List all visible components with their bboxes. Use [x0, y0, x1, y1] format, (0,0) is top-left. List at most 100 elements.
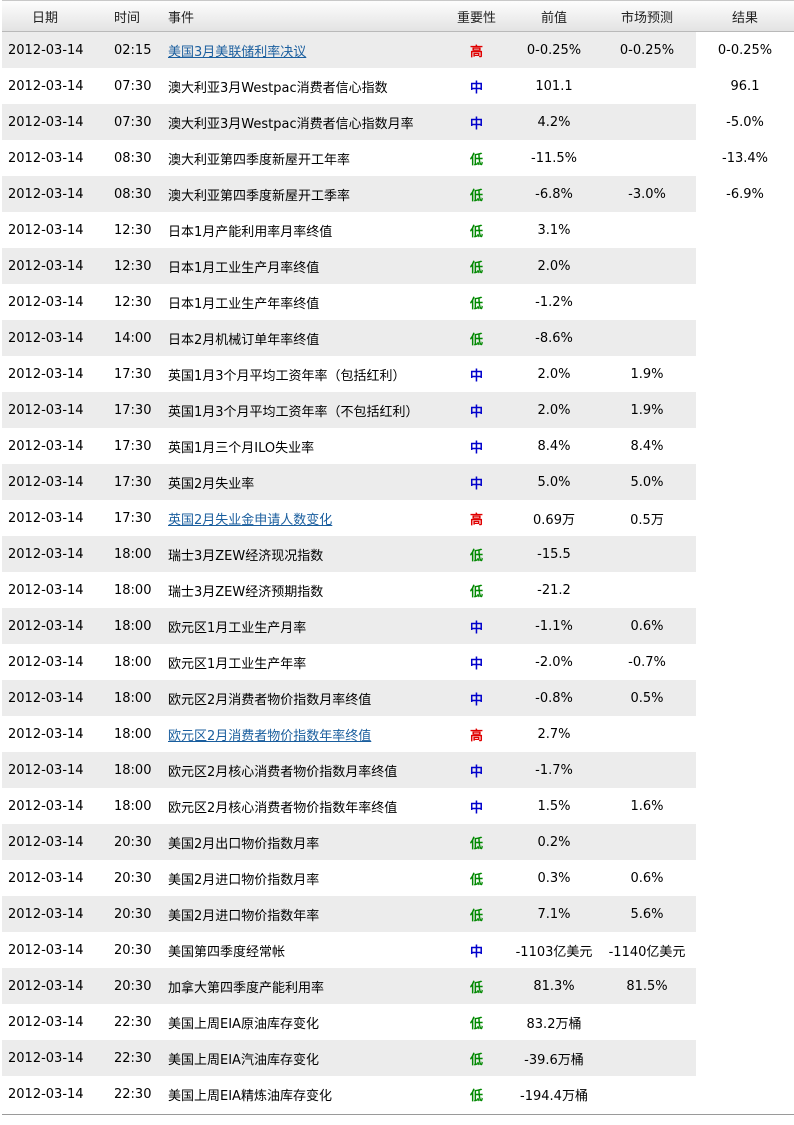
importance-badge: 高 — [443, 31, 510, 68]
result-value — [696, 824, 794, 860]
importance-badge: 中 — [443, 752, 510, 788]
result-value — [696, 608, 794, 644]
header-date[interactable]: 日期 — [2, 0, 104, 32]
importance-badge: 中 — [469, 440, 483, 456]
header-importance[interactable]: 重要性 — [443, 0, 510, 32]
time-cell: 14:00 — [104, 320, 162, 356]
table-row: 2012-03-14 08:30 澳大利亚第四季度新屋开工季率 低 -6.8% -3.0%… — [2, 176, 794, 212]
event-label: 美国第四季度经常帐 — [168, 944, 286, 960]
table-row: 2012-03-14 07:30 澳大利亚3月Westpac消费者信心指数 中 101.… — [2, 68, 794, 104]
previous-value: -0.8% — [510, 680, 598, 716]
time-cell: 17:30 — [114, 366, 152, 382]
previous-value: -1.7% — [510, 752, 598, 788]
forecast-value: -0.7% — [628, 654, 666, 670]
event-cell: 澳大利亚3月Westpac消费者信心指数月率 — [162, 104, 443, 140]
event-cell: 欧元区2月消费者物价指数年率终值 — [162, 716, 443, 752]
forecast-value — [598, 320, 696, 356]
importance-badge: 低 — [469, 1016, 483, 1032]
table-row: 2012-03-14 18:00 欧元区1月工业生产月率 中 -1.1% 0.6% — [2, 608, 794, 644]
importance-badge: 低 — [443, 320, 510, 356]
event-cell: 美国上周EIA原油库存变化 — [162, 1004, 443, 1040]
time-cell: 17:30 — [114, 510, 152, 526]
date-cell: 2012-03-14 — [2, 536, 104, 572]
event-link[interactable]: 美国3月美联储利率决议 — [168, 45, 306, 60]
previous-value: -21.2 — [537, 582, 571, 598]
date-cell: 2012-03-14 — [8, 510, 84, 526]
header-result[interactable]: 结果 — [696, 0, 794, 32]
event-label: 欧元区1月工业生产年率 — [168, 656, 307, 672]
event-label: 英国1月三个月ILO失业率 — [168, 440, 315, 456]
time-cell: 22:30 — [104, 1040, 162, 1076]
forecast-value — [598, 248, 696, 284]
table-row: 2012-03-14 02:15 美国3月美联储利率决议高 0-0.25% 0-0.25… — [2, 31, 794, 68]
date-cell: 2012-03-14 — [2, 1040, 104, 1076]
date-cell: 2012-03-14 — [8, 726, 84, 742]
table-body: 2012-03-14 02:15 美国3月美联储利率决议高 0-0.25% 0-0.25… — [2, 31, 794, 1113]
forecast-value — [598, 1040, 696, 1076]
forecast-value — [598, 1004, 696, 1040]
table-row: 2012-03-14 17:30 英国1月三个月ILO失业率 中 8.4% 8.4% — [2, 428, 794, 464]
event-link[interactable]: 欧元区2月消费者物价指数年率终值 — [168, 729, 371, 744]
event-label: 瑞士3月ZEW经济预期指数 — [168, 584, 324, 600]
event-link[interactable]: 英国2月失业金申请人数变化 — [168, 513, 332, 528]
date-cell: 2012-03-14 — [2, 31, 104, 68]
event-label: 欧元区2月核心消费者物价指数年率终值 — [168, 800, 398, 816]
table-row: 2012-03-14 20:30 美国2月出口物价指数月率 低 0.2% — [2, 824, 794, 860]
forecast-value — [598, 284, 696, 320]
header-time[interactable]: 时间 — [104, 0, 162, 32]
time-cell: 18:00 — [114, 798, 152, 814]
previous-value: 0.69万 — [533, 512, 575, 528]
header-previous[interactable]: 前值 — [510, 0, 598, 32]
header-forecast[interactable]: 市场预测 — [598, 0, 696, 32]
previous-value: 0.2% — [510, 824, 598, 860]
result-value — [696, 320, 794, 356]
forecast-value: 0.6% — [630, 870, 664, 886]
date-cell: 2012-03-14 — [8, 150, 84, 166]
date-cell: 2012-03-14 — [2, 752, 104, 788]
forecast-value — [598, 140, 696, 176]
event-label: 美国上周EIA精炼油库存变化 — [168, 1088, 332, 1104]
date-cell: 2012-03-14 — [8, 1086, 84, 1102]
previous-value: 101.1 — [535, 78, 573, 94]
time-cell: 20:30 — [104, 824, 162, 860]
event-cell: 欧元区1月工业生产年率 — [162, 644, 443, 680]
previous-value: -1103亿美元 — [515, 944, 593, 960]
event-cell: 欧元区2月核心消费者物价指数月率终值 — [162, 752, 443, 788]
time-cell: 17:30 — [104, 392, 162, 428]
event-cell: 美国上周EIA精炼油库存变化 — [162, 1076, 443, 1112]
time-cell: 12:30 — [104, 248, 162, 284]
result-value — [696, 716, 794, 752]
result-value — [696, 1040, 794, 1076]
event-cell: 加拿大第四季度产能利用率 — [162, 968, 443, 1004]
forecast-value — [598, 104, 696, 140]
importance-badge: 中 — [469, 80, 483, 96]
time-cell: 20:30 — [104, 896, 162, 932]
event-label: 美国上周EIA原油库存变化 — [168, 1016, 319, 1032]
importance-badge: 低 — [443, 968, 510, 1004]
event-cell: 英国1月三个月ILO失业率 — [162, 428, 443, 464]
time-cell: 18:00 — [114, 654, 152, 670]
header-event[interactable]: 事件 — [162, 0, 443, 32]
event-cell: 欧元区2月核心消费者物价指数年率终值 — [162, 788, 443, 824]
table-row: 2012-03-14 17:30 英国1月3个月平均工资年率（不包括红利） 中 2.0%… — [2, 392, 794, 428]
event-label: 加拿大第四季度产能利用率 — [168, 980, 325, 996]
event-label: 日本1月产能利用率月率终值 — [168, 224, 333, 240]
forecast-value — [598, 716, 696, 752]
event-cell: 日本1月工业生产年率终值 — [162, 284, 443, 320]
result-value — [696, 356, 794, 392]
importance-badge: 低 — [443, 248, 510, 284]
result-value — [696, 248, 794, 284]
result-value — [696, 1004, 794, 1040]
date-cell: 2012-03-14 — [2, 320, 104, 356]
importance-badge: 中 — [469, 944, 483, 960]
forecast-value: 5.0% — [598, 464, 696, 500]
event-cell: 瑞士3月ZEW经济预期指数 — [162, 572, 443, 608]
time-cell: 18:00 — [104, 752, 162, 788]
forecast-value: 8.4% — [630, 438, 664, 454]
time-cell: 18:00 — [114, 726, 152, 742]
event-cell: 澳大利亚3月Westpac消费者信心指数 — [162, 68, 443, 104]
event-label: 美国2月进口物价指数月率 — [168, 872, 320, 888]
result-value: -6.9% — [696, 176, 794, 212]
importance-badge: 低 — [469, 224, 483, 240]
event-cell: 英国1月3个月平均工资年率（不包括红利） — [162, 392, 443, 428]
